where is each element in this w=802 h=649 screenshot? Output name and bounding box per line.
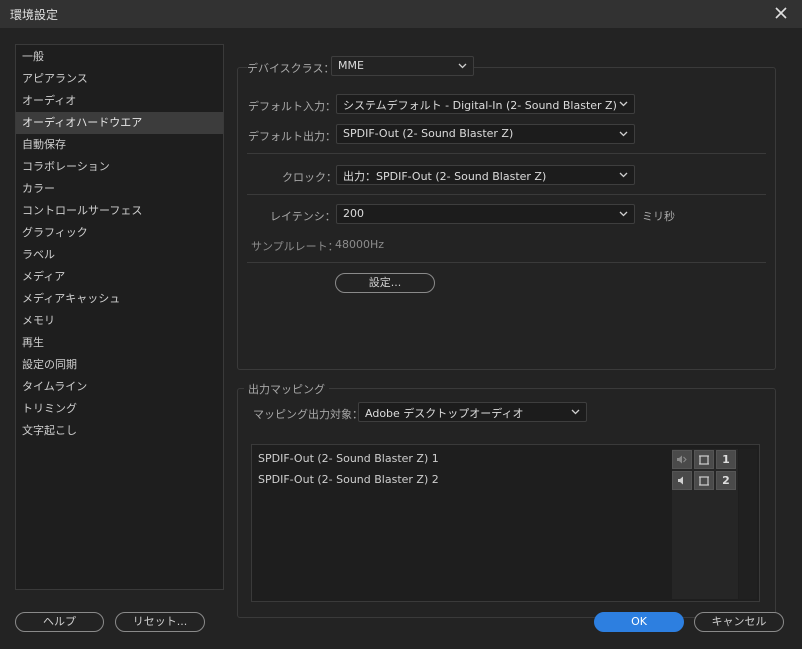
chevron-down-icon (458, 63, 467, 69)
sidebar-item[interactable]: トリミング (16, 398, 223, 420)
sidebar-item[interactable]: アピアランス (16, 68, 223, 90)
sidebar-item[interactable]: 文字起こし (16, 420, 223, 442)
chevron-down-icon (619, 211, 628, 217)
default-output-dropdown[interactable]: SPDIF-Out (2- Sound Blaster Z) (336, 124, 635, 144)
close-button[interactable] (772, 4, 790, 22)
sidebar-item[interactable]: カラー (16, 178, 223, 200)
divider (247, 153, 766, 154)
default-input-label: デフォルト入力： (248, 100, 336, 113)
sidebar-item[interactable]: コントロールサーフェス (16, 200, 223, 222)
device-class-label: デバイスクラス： (247, 60, 339, 76)
channel-2-number: 2 (716, 471, 736, 490)
mapping-target-label: マッピング出力対象： (253, 408, 363, 421)
mapping-target-dropdown[interactable]: Adobe デスクトップオーディオ (358, 402, 587, 422)
sidebar-item[interactable]: 設定の同期 (16, 354, 223, 376)
sidebar-item[interactable]: 自動保存 (16, 134, 223, 156)
sidebar-item[interactable]: コラボレーション (16, 156, 223, 178)
preferences-sidebar: 一般 アピアランス オーディオ オーディオハードウエア 自動保存 コラボレーション カラーコ… (15, 44, 224, 590)
close-icon (775, 7, 787, 19)
sidebar-item[interactable]: 再生 (16, 332, 223, 354)
device-settings-button[interactable]: 設定... (335, 273, 435, 293)
window-title: 環境設定 (10, 8, 59, 22)
latency-value: 200 (343, 207, 364, 220)
clock-value: 出力：SPDIF-Out (2- Sound Blaster Z) (343, 170, 547, 183)
sidebar-item[interactable]: オーディオハードウエア (16, 112, 223, 134)
frame-icon (699, 455, 709, 465)
cancel-button[interactable]: キャンセル (694, 612, 784, 632)
device-class-value: MME (338, 59, 364, 72)
reset-button[interactable]: リセット... (115, 612, 205, 632)
latency-label: レイテンシ： (270, 210, 336, 223)
ok-button[interactable]: OK (594, 612, 684, 632)
channel-1-number: 1 (716, 450, 736, 469)
sidebar-item[interactable]: メディアキャッシュ (16, 288, 223, 310)
clock-label: クロック： (282, 171, 337, 184)
latency-dropdown[interactable]: 200 (336, 204, 635, 224)
sidebar-item[interactable]: タイムライン (16, 376, 223, 398)
channel-1-speaker-button[interactable] (672, 450, 692, 469)
sidebar-item[interactable]: メディア (16, 266, 223, 288)
channel-2-speaker-button[interactable] (672, 471, 692, 490)
divider (247, 194, 766, 195)
sidebar-item[interactable]: 一般 (16, 46, 223, 68)
chevron-down-icon (571, 409, 580, 415)
sample-rate-label: サンプルレート： (251, 240, 339, 253)
divider (247, 262, 766, 263)
default-input-value: システムデフォルト - Digital-In (2- Sound Blaster… (343, 99, 617, 112)
default-input-dropdown[interactable]: システムデフォルト - Digital-In (2- Sound Blaster… (336, 94, 635, 114)
sidebar-item[interactable]: メモリ (16, 310, 223, 332)
sidebar-item[interactable]: オーディオ (16, 90, 223, 112)
speaker-icon (678, 476, 683, 485)
mapping-target-value: Adobe デスクトップオーディオ (365, 407, 524, 420)
help-button[interactable]: ヘルプ (15, 612, 104, 632)
device-class-dropdown[interactable]: MME (331, 56, 474, 76)
output-mapping-title: 出力マッピング (244, 381, 329, 397)
mapping-scrollbar[interactable] (739, 449, 757, 599)
sidebar-item[interactable]: ラベル (16, 244, 223, 266)
sample-rate-value: 48000Hz (335, 238, 385, 251)
speaker-icon (677, 455, 687, 464)
clock-dropdown[interactable]: 出力：SPDIF-Out (2- Sound Blaster Z) (336, 165, 635, 185)
sidebar-item[interactable]: グラフィック (16, 222, 223, 244)
default-output-value: SPDIF-Out (2- Sound Blaster Z) (343, 127, 514, 140)
chevron-down-icon (619, 131, 628, 137)
mapping-row[interactable]: SPDIF-Out (2- Sound Blaster Z) 2 (258, 471, 439, 489)
mapping-row[interactable]: SPDIF-Out (2- Sound Blaster Z) 1 (258, 450, 439, 468)
default-output-label: デフォルト出力： (248, 130, 336, 143)
latency-unit: ミリ秒 (642, 210, 675, 223)
chevron-down-icon (619, 101, 628, 107)
chevron-down-icon (619, 172, 628, 178)
frame-icon (699, 476, 709, 486)
channel-2-frame-button[interactable] (694, 471, 714, 490)
channel-1-frame-button[interactable] (694, 450, 714, 469)
title-bar: 環境設定 (0, 0, 802, 28)
